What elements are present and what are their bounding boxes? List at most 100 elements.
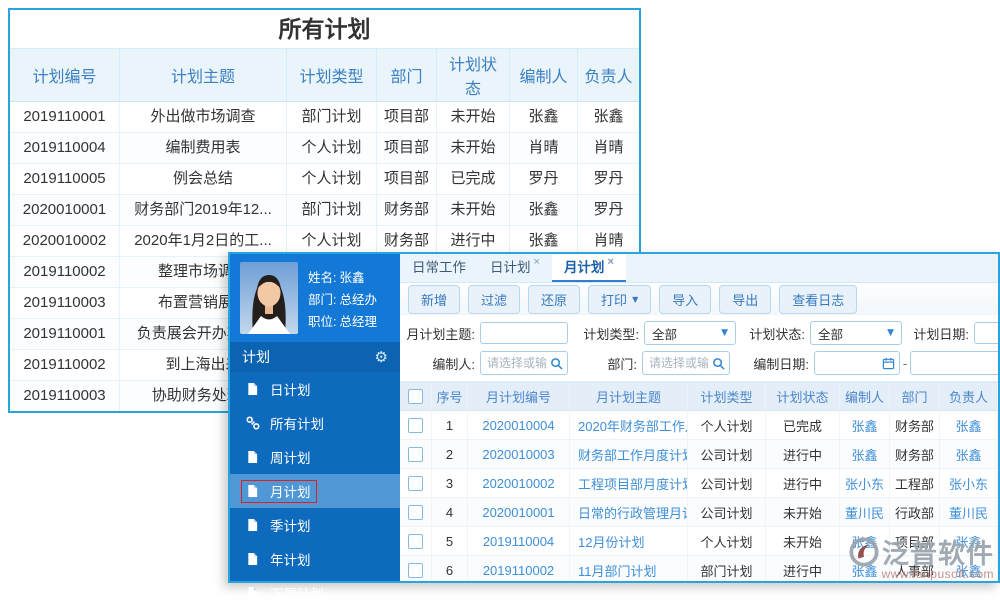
tab-month-plan[interactable]: 月计划× bbox=[552, 254, 626, 282]
owner-link[interactable]: 张鑫 bbox=[955, 445, 981, 464]
owner-link[interactable]: 张鑫 bbox=[955, 416, 981, 435]
plan-type-select[interactable]: 全部 ▼ bbox=[644, 321, 736, 345]
row-checkbox[interactable] bbox=[408, 476, 423, 491]
owner-cell: 张鑫 bbox=[940, 440, 998, 468]
file-icon bbox=[246, 518, 260, 532]
plan-status-cell: 进行中 bbox=[766, 556, 840, 581]
gear-icon[interactable]: ⚙ bbox=[375, 348, 388, 366]
calendar-icon[interactable] bbox=[882, 357, 895, 370]
dept-cell: 行政部 bbox=[890, 498, 940, 526]
plan-code-link[interactable]: 2019110004 bbox=[483, 534, 554, 549]
close-icon[interactable]: × bbox=[534, 255, 540, 282]
view-log-button[interactable]: 查看日志 bbox=[779, 285, 857, 314]
plan-column-header: 计划状态 bbox=[766, 383, 840, 410]
plan-date-input[interactable] bbox=[974, 322, 998, 344]
main-content: 日常工作日计划×月计划× 新增过滤还原打印▼导入导出查看日志 月计划主题: 计划… bbox=[400, 254, 998, 581]
owner-cell: 张鑫 bbox=[940, 411, 998, 439]
bg-table-cell: 例会总结 bbox=[120, 164, 287, 194]
compiler-label: 编制人: bbox=[400, 354, 480, 373]
tab-label: 月计划 bbox=[564, 254, 605, 280]
add-button[interactable]: 新增 bbox=[408, 285, 460, 314]
plan-table-body: 120200100042020年财务部工作月...个人计划已完成张鑫财务部张鑫2… bbox=[400, 411, 998, 581]
owner-link[interactable]: 张小东 bbox=[949, 474, 988, 493]
sidebar-item-label: 季计划 bbox=[270, 515, 311, 535]
sidebar-item-year-plan[interactable]: 年计划 bbox=[230, 542, 400, 576]
user-details: 姓名:张鑫 部门:总经办 职位:总经理 bbox=[308, 262, 377, 334]
bg-table-cell: 罗丹 bbox=[578, 195, 639, 225]
sidebar-item-subordinate-plan[interactable]: 下属计划 bbox=[230, 576, 400, 610]
row-checkbox[interactable] bbox=[408, 418, 423, 433]
dept-cell: 人事部 bbox=[890, 556, 940, 581]
plan-code-link[interactable]: 2020010001 bbox=[482, 505, 554, 520]
plan-subject-link[interactable]: 日常的行政管理月计划 bbox=[578, 503, 688, 522]
compiler-link[interactable]: 张鑫 bbox=[851, 561, 877, 580]
plan-subject-link[interactable]: 12月份计划 bbox=[578, 532, 644, 551]
sidebar-item-all-plans[interactable]: 所有计划 bbox=[230, 406, 400, 440]
compiler-link[interactable]: 张鑫 bbox=[851, 532, 877, 551]
owner-link[interactable]: 董川民 bbox=[949, 503, 988, 522]
restore-button[interactable]: 还原 bbox=[528, 285, 580, 314]
sidebar-item-quarter-plan[interactable]: 季计划 bbox=[230, 508, 400, 542]
row-checkbox[interactable] bbox=[408, 534, 423, 549]
bg-table-cell: 2019110005 bbox=[10, 164, 120, 194]
plan-code-link[interactable]: 2020010002 bbox=[482, 476, 554, 491]
plan-code-link[interactable]: 2020010004 bbox=[482, 418, 554, 433]
compile-date-start-field bbox=[814, 351, 900, 375]
bg-table-cell: 个人计划 bbox=[287, 164, 377, 194]
compiler-link[interactable]: 董川民 bbox=[845, 503, 884, 522]
dept-input[interactable] bbox=[647, 355, 712, 371]
compile-date-end-input[interactable] bbox=[915, 355, 998, 371]
plan-code-cell: 2019110002 bbox=[468, 556, 570, 581]
file-icon bbox=[246, 552, 260, 566]
plan-subject-link[interactable]: 2020年财务部工作月... bbox=[578, 416, 688, 435]
sidebar-item-week-plan[interactable]: 周计划 bbox=[230, 440, 400, 474]
row-checkbox-cell bbox=[400, 440, 432, 468]
row-checkbox[interactable] bbox=[408, 447, 423, 462]
sidebar-item-month-plan[interactable]: 月计划 bbox=[230, 474, 400, 508]
table-row: 5201911000412月份计划个人计划未开始张鑫项目部张鑫 bbox=[400, 527, 998, 556]
plan-status-select[interactable]: 全部 ▼ bbox=[810, 321, 902, 345]
plan-date-label: 计划日期: bbox=[902, 324, 974, 343]
plan-code-link[interactable]: 2019110002 bbox=[483, 563, 554, 578]
row-checkbox[interactable] bbox=[408, 505, 423, 520]
plan-status-value: 全部 bbox=[818, 324, 843, 343]
compiler-input[interactable] bbox=[485, 355, 550, 371]
compile-date-start-input[interactable] bbox=[819, 355, 882, 371]
owner-link[interactable]: 张鑫 bbox=[955, 532, 981, 551]
compiler-link[interactable]: 张鑫 bbox=[851, 445, 877, 464]
bg-table-cell: 2019110001 bbox=[10, 102, 120, 132]
compile-date-end-field bbox=[910, 351, 998, 375]
search-icon[interactable] bbox=[550, 357, 563, 370]
plan-status-label: 计划状态: bbox=[736, 324, 810, 343]
tab-daily-work[interactable]: 日常工作 bbox=[400, 254, 478, 282]
import-button[interactable]: 导入 bbox=[659, 285, 711, 314]
user-info-card: 姓名:张鑫 部门:总经办 职位:总经理 bbox=[230, 254, 400, 342]
row-index-cell: 4 bbox=[432, 498, 468, 526]
plan-type-cell: 个人计划 bbox=[688, 527, 766, 555]
select-all-checkbox[interactable] bbox=[408, 389, 423, 404]
tab-day-plan[interactable]: 日计划× bbox=[478, 254, 552, 282]
close-icon[interactable]: × bbox=[607, 255, 613, 280]
table-row: 22020010003财务部工作月度计划公司计划进行中张鑫财务部张鑫 bbox=[400, 440, 998, 469]
plan-subject-link[interactable]: 财务部工作月度计划 bbox=[578, 445, 688, 464]
row-checkbox[interactable] bbox=[408, 563, 423, 578]
export-button[interactable]: 导出 bbox=[719, 285, 771, 314]
owner-link[interactable]: 张鑫 bbox=[955, 561, 981, 580]
plan-subject-link[interactable]: 工程项目部月度计划 bbox=[578, 474, 688, 493]
filter-button[interactable]: 过滤 bbox=[468, 285, 520, 314]
plan-code-link[interactable]: 2020010003 bbox=[482, 447, 554, 462]
subject-input[interactable] bbox=[480, 322, 568, 344]
sidebar-header: 计划 ⚙ bbox=[230, 342, 400, 372]
bg-table-row: 2019110004编制费用表个人计划项目部未开始肖晴肖晴 bbox=[10, 133, 639, 164]
button-label: 导入 bbox=[672, 290, 698, 309]
print-button[interactable]: 打印▼ bbox=[588, 285, 651, 314]
compiler-link[interactable]: 张鑫 bbox=[851, 416, 877, 435]
compiler-link[interactable]: 张小东 bbox=[845, 474, 884, 493]
bg-table-cell: 张鑫 bbox=[510, 102, 578, 132]
sidebar-item-day-plan[interactable]: 日计划 bbox=[230, 372, 400, 406]
owner-cell: 董川民 bbox=[940, 498, 998, 526]
search-icon[interactable] bbox=[712, 357, 725, 370]
bg-table-row: 2020010001财务部门2019年12...部门计划财务部未开始张鑫罗丹 bbox=[10, 195, 639, 226]
bg-table-cell: 2019110001 bbox=[10, 319, 120, 349]
plan-subject-link[interactable]: 11月部门计划 bbox=[578, 561, 657, 580]
